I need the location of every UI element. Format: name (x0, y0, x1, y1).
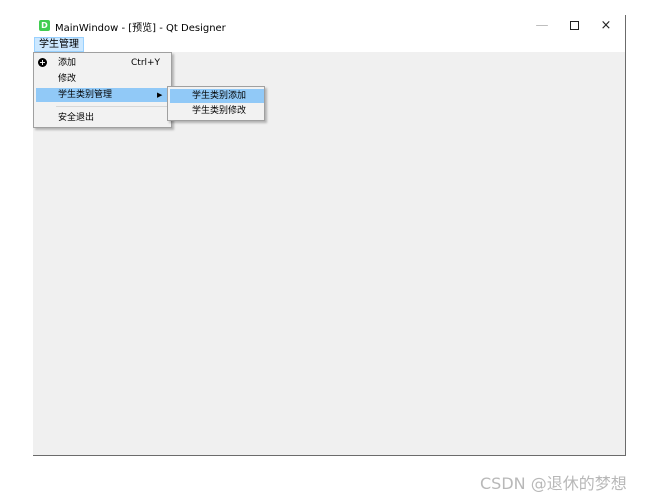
submenu-item-category-add[interactable]: 学生类别添加 (170, 89, 264, 103)
menu-item-safe-exit-label: 安全退出 (58, 113, 95, 123)
add-bullet-icon: + (38, 58, 47, 67)
submenu-item-category-edit[interactable]: 学生类别修改 (170, 104, 264, 118)
menu-item-add-label: 添加 (58, 58, 77, 68)
csdn-watermark: CSDN @退休的梦想 (480, 474, 627, 493)
window-title: MainWindow - [预览] - Qt Designer (55, 23, 226, 34)
menu-item-category-management-label: 学生类别管理 (58, 90, 113, 100)
submenu-item-category-edit-label: 学生类别修改 (192, 106, 247, 116)
title-bar[interactable]: D MainWindow - [预览] - Qt Designer — × (33, 13, 626, 37)
minimize-icon: — (535, 17, 549, 33)
maximize-button[interactable] (556, 15, 592, 35)
minimize-button[interactable]: — (524, 15, 560, 35)
window-edge-divider (625, 15, 626, 455)
menu-student-management[interactable]: 学生管理 (34, 37, 84, 52)
menu-item-category-management[interactable]: 学生类别管理 ▶ (36, 88, 169, 102)
close-icon: × (600, 17, 612, 33)
menu-item-edit[interactable]: 修改 (36, 72, 169, 86)
student-management-dropdown: + 添加 Ctrl+Y 修改 学生类别管理 ▶ 安全退出 (33, 52, 172, 128)
qt-designer-app-icon: D (39, 20, 50, 31)
menu-item-add[interactable]: + 添加 Ctrl+Y (36, 56, 169, 70)
category-management-submenu: 学生类别添加 学生类别修改 (167, 86, 265, 121)
menu-separator (56, 106, 169, 107)
submenu-item-category-add-label: 学生类别添加 (192, 91, 247, 101)
menu-bar: 学生管理 (33, 37, 626, 52)
menu-item-edit-label: 修改 (58, 74, 77, 84)
close-button[interactable]: × (588, 15, 624, 35)
menu-item-add-shortcut: Ctrl+Y (131, 58, 161, 68)
maximize-icon (569, 20, 579, 30)
submenu-arrow-icon: ▶ (157, 91, 163, 99)
menu-item-safe-exit[interactable]: 安全退出 (36, 111, 169, 125)
